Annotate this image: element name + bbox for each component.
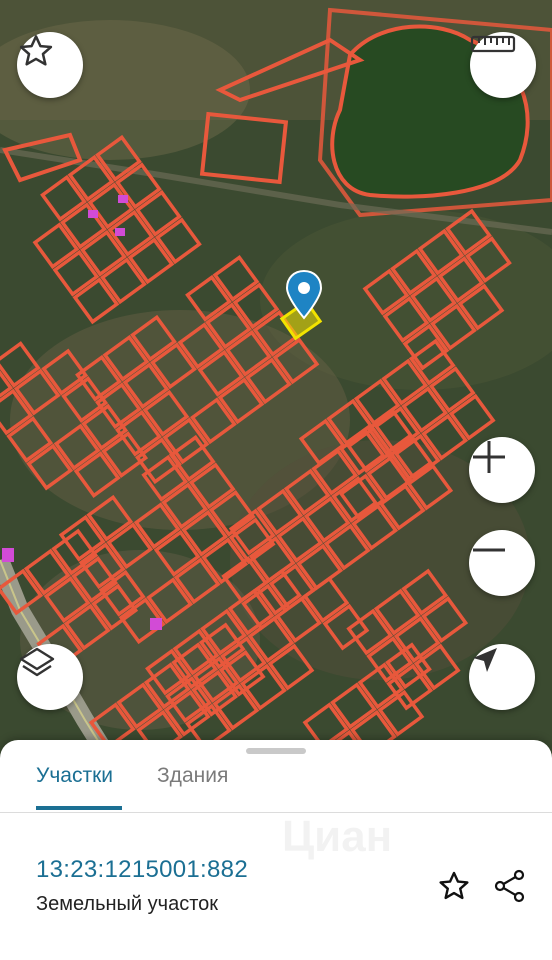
ruler-button[interactable] [470, 32, 536, 98]
star-outline-icon [439, 871, 469, 900]
zoom-in-button[interactable] [469, 437, 535, 503]
minus-icon [473, 548, 505, 552]
active-tab-indicator [36, 806, 122, 810]
share-icon [494, 869, 525, 903]
tab-parcels[interactable]: Участки [36, 764, 113, 788]
watermark: Циан [282, 812, 393, 861]
parcel-type: Земельный участок [36, 893, 219, 915]
zoom-out-button[interactable] [469, 530, 535, 596]
ruler-icon [470, 35, 516, 53]
locate-me-button[interactable] [469, 644, 535, 710]
layers-icon [19, 647, 55, 677]
favorite-button[interactable] [17, 32, 83, 98]
parcel-info-sheet[interactable]: Участки Здания Циан 13:23:1215001:882 Зе… [0, 740, 552, 960]
star-outline-icon [19, 35, 53, 66]
share-button[interactable] [490, 866, 530, 906]
add-to-favorites-button[interactable] [434, 866, 474, 906]
plus-icon [473, 441, 505, 473]
layers-button[interactable] [17, 644, 83, 710]
map-view[interactable] [0, 0, 552, 760]
cadastral-number[interactable]: 13:23:1215001:882 [36, 856, 248, 884]
tab-buildings[interactable]: Здания [157, 764, 228, 788]
sheet-tabs: Участки Здания [0, 754, 552, 813]
navigation-arrow-icon [473, 648, 497, 672]
